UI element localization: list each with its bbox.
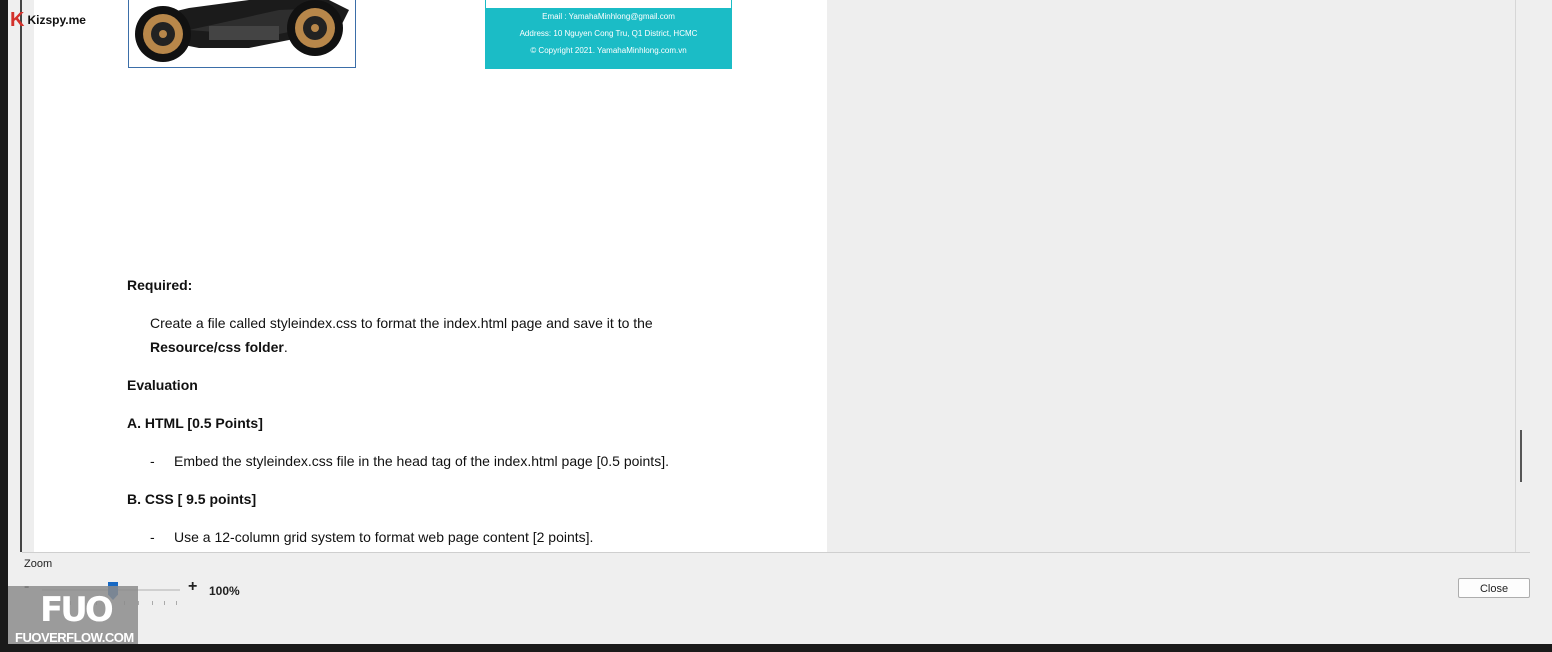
section-a-heading: A. HTML [0.5 Points] [127,415,263,431]
footer-top-strip [485,0,732,8]
document-viewer-window: Email : YamahaMinhlong@gmail.com Address… [0,0,1552,645]
zoom-in-button[interactable]: + [188,578,197,596]
section-b-heading: B. CSS [ 9.5 points] [127,491,257,507]
footer-email: Email : YamahaMinhlong@gmail.com [542,12,675,21]
slider-tick [176,601,177,605]
footer-address: Address: 10 Nguyen Cong Tru, Q1 District… [519,29,698,38]
slider-tick [138,601,139,605]
document-page: Email : YamahaMinhlong@gmail.com Address… [34,0,827,552]
bullet-dash: - [150,529,155,545]
motorcycle-image [128,0,356,68]
bullet-dash: - [150,453,155,469]
slider-tick [164,601,165,605]
required-heading: Required: [127,277,193,293]
item-b1: Use a 12-column grid system to format we… [174,529,594,545]
slider-tick [152,601,153,605]
bottom-edge [0,644,1552,652]
page-footer-preview: Email : YamahaMinhlong@gmail.com Address… [485,0,732,69]
close-button[interactable]: Close [1458,578,1530,598]
vertical-scrollbar[interactable] [1515,0,1530,552]
kizspy-logo-icon: K [10,9,25,31]
required-line-2: Resource/css folder. [150,339,288,355]
kizspy-label: Kizspy.me [27,13,86,27]
required-line-2-end: . [283,339,288,355]
scrollbar-thumb[interactable] [1520,430,1522,482]
evaluation-heading: Evaluation [127,377,198,393]
fuoverflow-label: FUOVERFLOW.COM [15,630,134,645]
zoom-label: Zoom [24,558,53,570]
required-line-1: Create a file called styleindex.css to f… [150,315,653,331]
motorcycle-icon [135,0,349,62]
fuoverflow-watermark: FUO FUOVERFLOW.COM [8,586,138,645]
resource-css-folder: Resource/css folder [150,339,284,355]
kizspy-watermark: K Kizspy.me [10,10,86,30]
fuo-logo-icon: FUO [40,590,114,630]
left-edge [0,0,8,644]
footer-copyright: © Copyright 2021. YamahaMinhlong.com.vn [530,46,687,55]
item-a1: Embed the styleindex.css file in the hea… [174,453,669,469]
zoom-value: 100% [209,584,240,598]
